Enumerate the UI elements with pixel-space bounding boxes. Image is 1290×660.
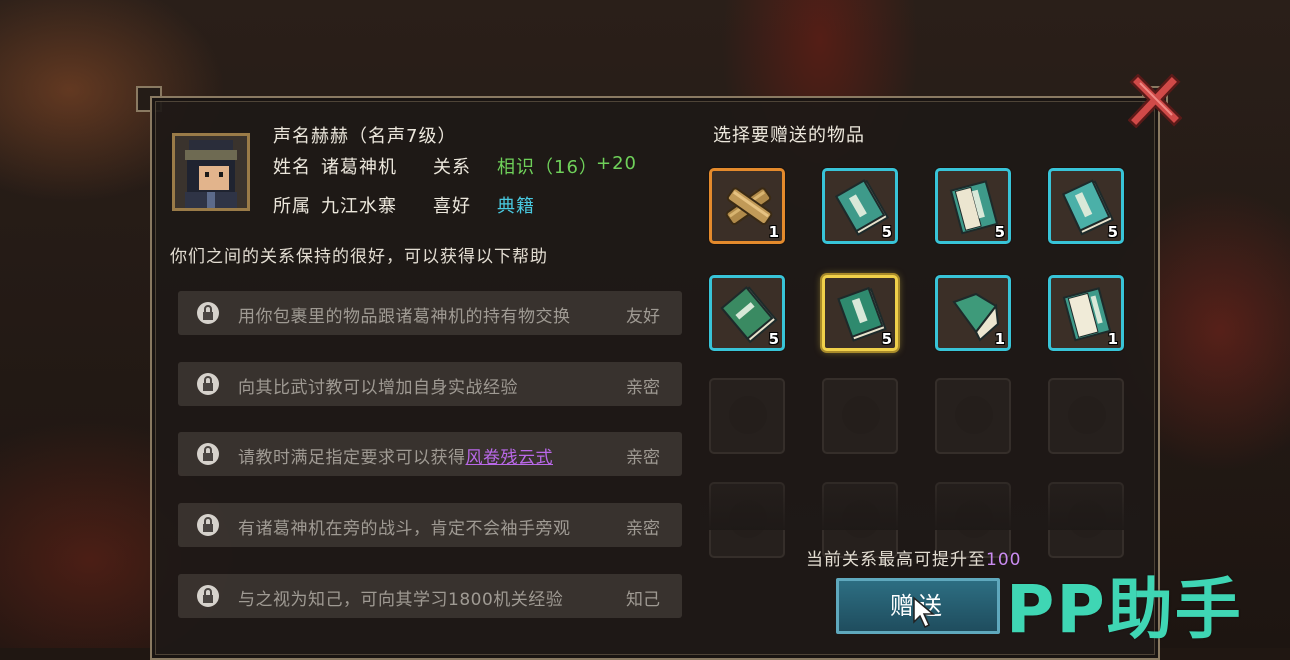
empty-item-slot	[1048, 378, 1124, 454]
empty-item-slot	[709, 378, 785, 454]
help-item-text-prefix: 请教时满足指定要求可以获得	[238, 448, 466, 468]
item-slot[interactable]: 5	[1048, 168, 1124, 244]
lock-icon	[197, 443, 219, 465]
item-slot[interactable]: 1	[1048, 275, 1124, 351]
help-item-level: 亲密	[626, 448, 660, 468]
item-slot[interactable]: 1	[935, 275, 1011, 351]
help-item-text: 与之视为知己，可向其学习1800机关经验	[238, 590, 564, 610]
help-item-level: 亲密	[626, 519, 660, 539]
relation-value: 相识（16）	[497, 157, 598, 178]
item-slot[interactable]: 1	[709, 168, 785, 244]
help-item: 用你包裹里的物品跟诸葛神机的持有物交换 友好	[178, 291, 682, 335]
help-item-level: 知己	[626, 590, 660, 610]
item-count: 1	[994, 330, 1005, 348]
hobby-value: 典籍	[497, 196, 535, 217]
help-item-text: 请教时满足指定要求可以获得风卷残云式	[238, 443, 553, 468]
empty-item-slot	[822, 378, 898, 454]
empty-item-slot	[935, 378, 1011, 454]
character-portrait	[172, 133, 250, 211]
character-name: 诸葛神机	[321, 157, 397, 178]
help-item: 有诸葛神机在旁的战斗，肯定不会袖手旁观 亲密	[178, 503, 682, 547]
max-relation-text: 当前关系最高可提升至100	[806, 545, 1021, 570]
relation-label: 关系	[433, 157, 471, 178]
item-slot[interactable]: 5	[822, 168, 898, 244]
mouse-cursor-icon	[913, 596, 936, 629]
faction-label: 所属	[273, 196, 311, 217]
item-count: 5	[881, 223, 892, 241]
item-count: 5	[1107, 223, 1118, 241]
grid-scroll-fade	[700, 470, 1140, 530]
item-count: 1	[768, 223, 779, 241]
item-slot[interactable]: 5	[935, 168, 1011, 244]
item-slot-selected[interactable]: 5	[822, 275, 898, 351]
watermark: PP助手	[1006, 571, 1243, 648]
help-item-level: 亲密	[626, 378, 660, 398]
help-item: 请教时满足指定要求可以获得风卷残云式 亲密	[178, 432, 682, 476]
gift-panel-title: 选择要赠送的物品	[713, 125, 865, 146]
relation-bonus: +20	[596, 153, 637, 174]
item-count: 5	[994, 223, 1005, 241]
lock-icon	[197, 302, 219, 324]
help-item: 向其比武讨教可以增加自身实战经验 亲密	[178, 362, 682, 406]
help-item-level: 友好	[626, 307, 660, 327]
hobby-label: 喜好	[433, 196, 471, 217]
faction-value: 九江水寨	[321, 196, 397, 217]
close-icon[interactable]	[1127, 73, 1183, 129]
name-label: 姓名	[273, 157, 311, 178]
item-count: 5	[881, 330, 892, 348]
reputation-title: 声名赫赫（名声7级）	[273, 126, 457, 147]
item-slot[interactable]: 5	[709, 275, 785, 351]
max-relation-label: 当前关系最高可提升至	[806, 550, 986, 570]
help-item: 与之视为知己，可向其学习1800机关经验 知己	[178, 574, 682, 618]
skill-link[interactable]: 风卷残云式	[466, 448, 554, 468]
help-intro: 你们之间的关系保持的很好，可以获得以下帮助	[170, 247, 548, 267]
help-item-text: 向其比武讨教可以增加自身实战经验	[238, 378, 518, 398]
lock-icon	[197, 514, 219, 536]
item-count: 5	[768, 330, 779, 348]
help-item-text: 用你包裹里的物品跟诸葛神机的持有物交换	[238, 307, 571, 327]
lock-icon	[197, 585, 219, 607]
help-item-text: 有诸葛神机在旁的战斗，肯定不会袖手旁观	[238, 519, 571, 539]
lock-icon	[197, 373, 219, 395]
item-count: 1	[1107, 330, 1118, 348]
